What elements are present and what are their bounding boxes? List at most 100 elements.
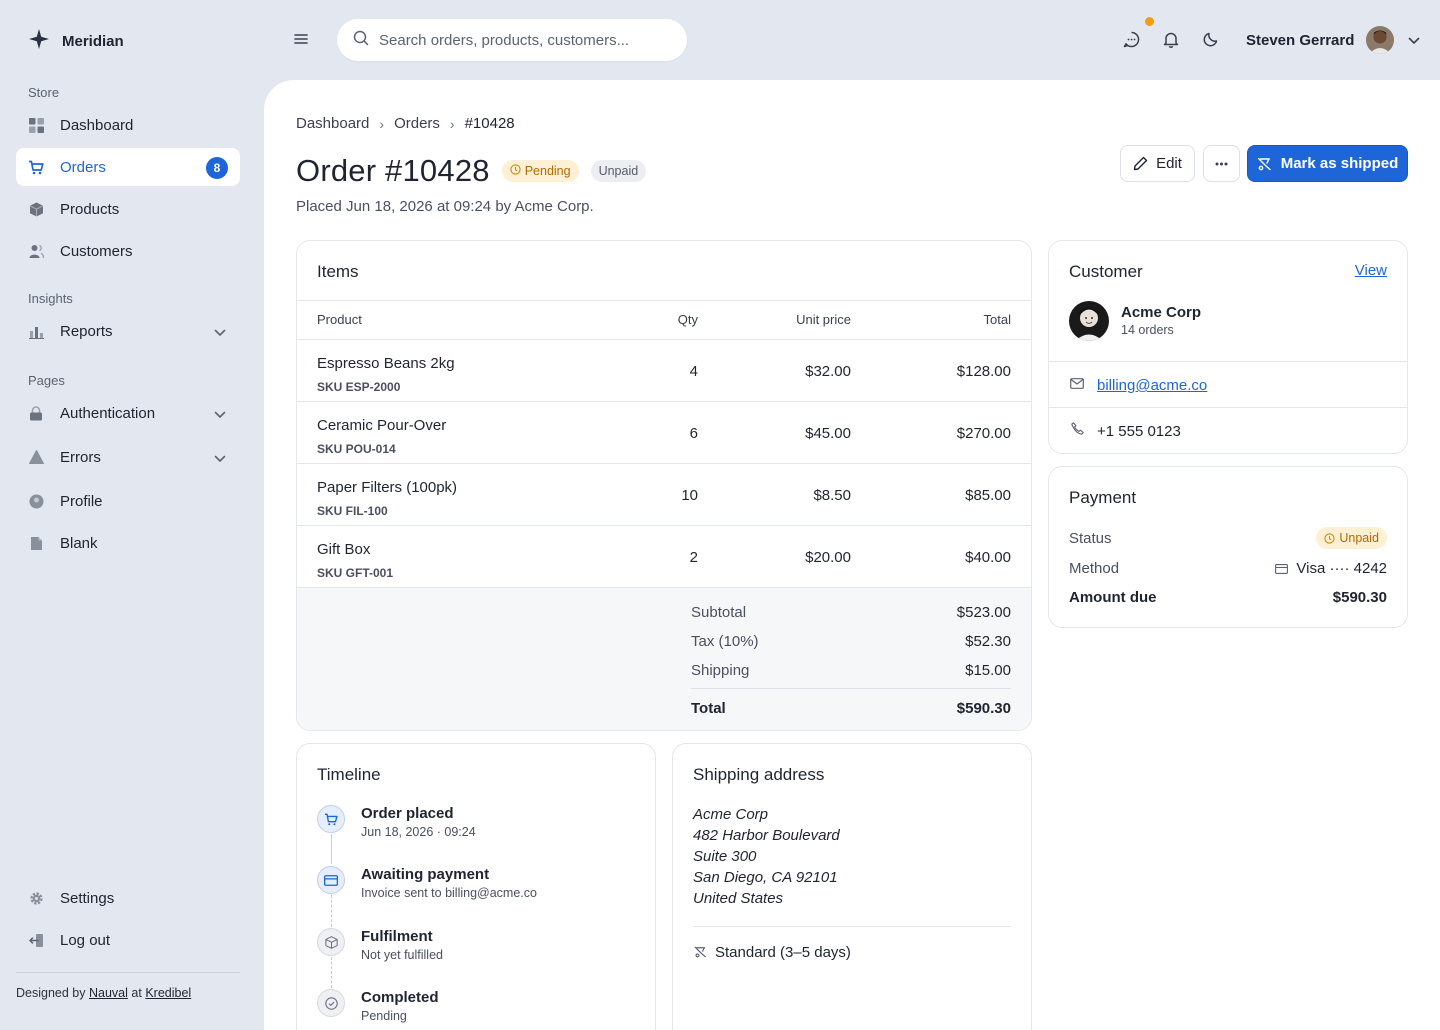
sidebar-item-customers[interactable]: Customers — [16, 232, 240, 270]
order-summary: Subtotal $523.00 Tax (10%) $52.30 Shippi… — [297, 588, 1031, 730]
search-bar[interactable] — [337, 19, 687, 61]
sidebar-item-reports[interactable]: Reports — [16, 312, 240, 350]
moon-icon[interactable] — [1203, 31, 1219, 51]
truck-icon — [694, 946, 707, 958]
payment-status-badge: Unpaid — [1316, 527, 1387, 549]
status-badge: Pending — [501, 160, 579, 182]
orders-count-badge: 8 — [206, 157, 228, 179]
product-total: $85.00 — [965, 487, 1011, 504]
tax-value: $52.30 — [965, 633, 1011, 650]
edit-button-label: Edit — [1156, 155, 1182, 172]
shipping-label: Shipping — [691, 662, 750, 679]
more-actions-button[interactable] — [1203, 145, 1240, 182]
divider — [693, 926, 1011, 927]
address-line: Acme Corp — [693, 806, 769, 823]
breadcrumb-current: #10428 — [464, 115, 515, 132]
box-icon — [317, 928, 345, 956]
breadcrumb-separator: › — [449, 115, 455, 132]
sidebar-item-orders[interactable]: Orders 8 — [16, 148, 240, 186]
brand[interactable]: Meridian — [28, 28, 124, 54]
payment-card: Payment Status Unpaid Method Visa ···· 4… — [1048, 466, 1408, 628]
table-row[interactable]: Gift Box SKU GFT-001 2 $20.00 $40.00 — [297, 526, 1031, 588]
sidebar-divider — [16, 972, 240, 973]
shipping-address-title: Shipping address — [693, 765, 825, 784]
timeline-connector — [331, 957, 332, 988]
sidebar-item-authentication[interactable]: Authentication — [16, 394, 240, 432]
main-content: Dashboard › Orders › #10428 Order #10428… — [264, 80, 1440, 1030]
payment-method-value: Visa ···· 4242 — [1296, 560, 1387, 577]
product-total: $128.00 — [956, 363, 1011, 380]
timeline-event-subtitle: Pending — [361, 1009, 407, 1023]
credits-company-link[interactable]: Kredibel — [145, 986, 191, 1000]
warning-icon — [28, 449, 44, 465]
section-label-insights: Insights — [28, 291, 73, 306]
sidebar: Meridian Store Dashboard Orders 8 Produc… — [0, 0, 264, 1030]
table-row[interactable]: Paper Filters (100pk) SKU FIL-100 10 $8.… — [297, 464, 1031, 526]
avatar — [1069, 301, 1109, 341]
address-line: 482 Harbor Boulevard — [693, 827, 840, 844]
timeline-connector — [331, 834, 332, 864]
timeline-title: Timeline — [317, 765, 381, 784]
address-line: United States — [693, 890, 784, 907]
product-qty: 4 — [689, 363, 698, 380]
timeline-event-subtitle: Invoice sent to billing@acme.co — [361, 886, 537, 900]
timeline-connector — [331, 895, 332, 927]
gear-icon — [28, 890, 44, 906]
chevron-down-icon — [1408, 32, 1420, 49]
product-name: Gift Box — [317, 541, 371, 558]
sidebar-item-dashboard[interactable]: Dashboard — [16, 106, 240, 144]
chevron-down-icon — [214, 406, 226, 423]
product-unit-price: $8.50 — [813, 487, 851, 504]
product-unit-price: $20.00 — [805, 549, 851, 566]
users-icon — [28, 243, 44, 259]
sidebar-item-blank[interactable]: Blank — [16, 524, 240, 562]
search-input[interactable] — [379, 31, 669, 49]
brand-name: Meridian — [62, 32, 124, 50]
sidebar-item-label: Blank — [60, 534, 98, 552]
edit-button[interactable]: Edit — [1120, 145, 1195, 182]
bell-icon[interactable] — [1163, 31, 1179, 52]
menu-toggle-icon[interactable] — [294, 32, 308, 49]
chevron-down-icon — [214, 324, 226, 341]
logo-icon — [28, 28, 50, 54]
mark-as-shipped-button[interactable]: Mark as shipped — [1247, 145, 1408, 182]
table-row[interactable]: Espresso Beans 2kg SKU ESP-2000 4 $32.00… — [297, 340, 1031, 402]
product-qty: 6 — [689, 425, 698, 442]
messages-icon[interactable] — [1123, 31, 1140, 52]
product-sku: SKU POU-014 — [317, 442, 396, 456]
user-menu[interactable]: Steven Gerrard — [1246, 26, 1420, 54]
cart-icon — [28, 159, 44, 175]
sidebar-item-logout[interactable]: Log out — [16, 921, 240, 959]
sidebar-item-label: Dashboard — [60, 116, 134, 134]
customer-order-count: 14 orders — [1121, 323, 1174, 337]
box-icon — [28, 201, 44, 217]
product-name: Paper Filters (100pk) — [317, 479, 458, 496]
sidebar-item-settings[interactable]: Settings — [16, 879, 240, 917]
column-header-product: Product — [317, 312, 362, 327]
amount-due-value: $590.30 — [1332, 589, 1387, 606]
sidebar-item-errors[interactable]: Errors — [16, 438, 240, 476]
profile-icon — [28, 493, 44, 509]
breadcrumb-orders[interactable]: Orders — [394, 115, 440, 132]
view-customer-link[interactable]: View — [1355, 262, 1387, 279]
order-placed-info: Placed Jun 18, 2026 at 09:24 by Acme Cor… — [296, 198, 594, 215]
breadcrumb-separator: › — [379, 115, 385, 132]
table-row[interactable]: Ceramic Pour-Over SKU POU-014 6 $45.00 $… — [297, 402, 1031, 464]
items-title: Items — [317, 262, 359, 281]
product-total: $270.00 — [956, 425, 1011, 442]
clock-icon — [510, 164, 521, 178]
product-qty: 2 — [689, 549, 698, 566]
credits-middle: at — [131, 986, 142, 1000]
title-row: Order #10428 Pending Unpaid — [296, 153, 647, 189]
credits-author-link[interactable]: Nauval — [89, 986, 128, 1000]
timeline-event-title: Awaiting payment — [361, 866, 490, 883]
customer-email-link[interactable]: billing@acme.co — [1097, 377, 1207, 394]
breadcrumb-dashboard[interactable]: Dashboard — [296, 115, 369, 132]
sidebar-item-products[interactable]: Products — [16, 190, 240, 228]
sidebar-item-label: Reports — [60, 322, 113, 340]
tax-label: Tax (10%) — [691, 633, 759, 650]
divider — [1049, 407, 1407, 408]
sidebar-item-profile[interactable]: Profile — [16, 482, 240, 520]
mail-icon — [1070, 378, 1084, 389]
search-icon — [353, 30, 369, 50]
